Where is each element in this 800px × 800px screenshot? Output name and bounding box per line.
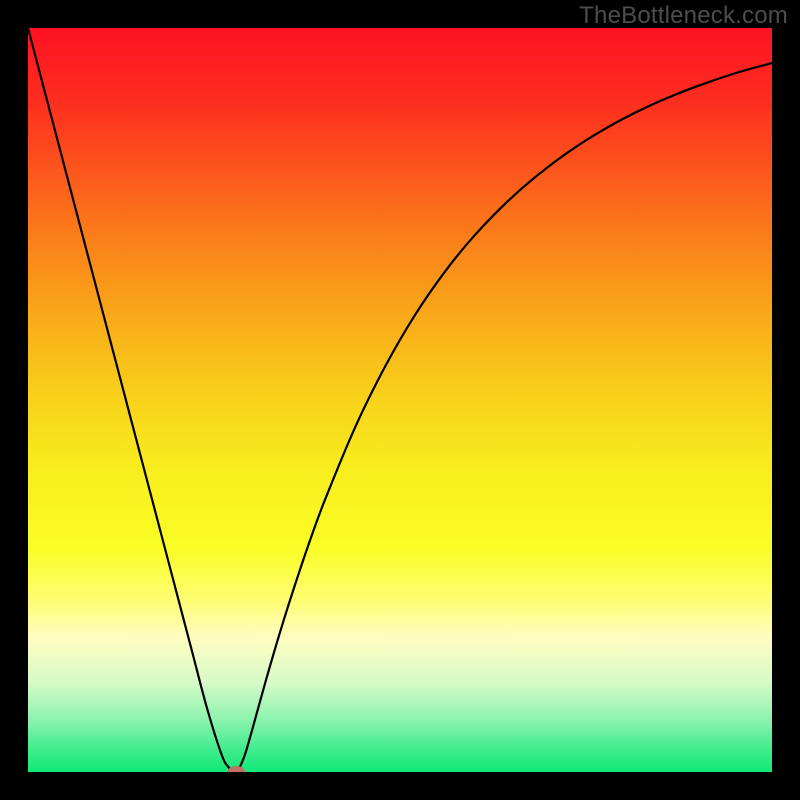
watermark-text: TheBottleneck.com — [579, 2, 788, 30]
chart-svg — [28, 28, 772, 772]
chart-frame: TheBottleneck.com — [0, 0, 800, 800]
gradient-background — [28, 28, 772, 772]
plot-area — [28, 28, 772, 772]
